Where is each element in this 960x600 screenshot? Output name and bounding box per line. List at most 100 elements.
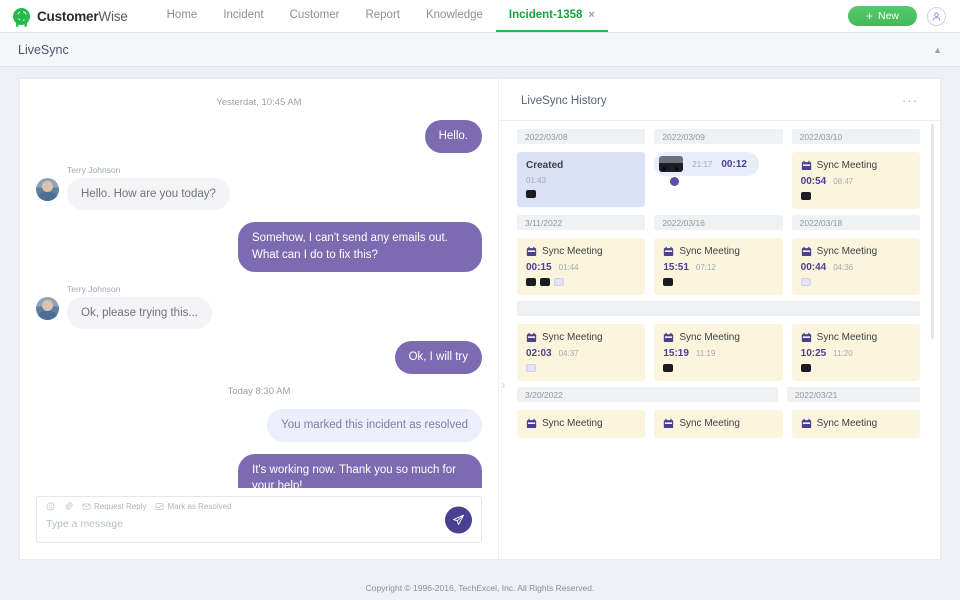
sender-avatar [36,297,59,320]
history-card-duration: 04:36 [833,263,853,272]
calendar-icon [526,246,537,257]
nav-item-report[interactable]: Report [352,0,413,32]
nav-item-customer[interactable]: Customer [277,0,353,32]
history-vertical-scrollbar[interactable] [931,124,934,339]
chat-message-out: Hello. [36,120,482,153]
history-card-title: Sync Meeting [817,332,878,343]
attachment-thumbnail-icon[interactable] [663,278,673,286]
history-card-time: 15:51 [663,262,689,273]
history-cell: Sync Meeting [654,410,782,438]
history-event-card[interactable]: Sync Meeting [517,410,645,438]
attachment-thumbnail-icon[interactable] [801,278,811,286]
history-event-card[interactable]: Sync Meeting10:2511:20 [792,324,920,381]
nav-item-incident-1358[interactable]: Incident-1358 × [496,0,608,32]
history-event-card[interactable]: Sync Meeting [792,410,920,438]
history-event-card[interactable]: Created01:43 [517,152,645,207]
emoji-icon[interactable] [46,502,55,511]
calendar-icon [801,246,812,257]
history-header: LiveSync History ··· [499,79,940,120]
nav-item-knowledge[interactable]: Knowledge [413,0,496,32]
history-event-card[interactable]: Sync Meeting 02:03 04:37 [517,324,645,381]
attachment-thumbnail-icon[interactable] [526,364,536,372]
history-card-attachments [526,190,636,198]
nav-item-label: Incident-1358 [509,9,583,21]
history-media-card[interactable]: 21:1700:12 [654,152,759,176]
history-card-title-row: Sync Meeting [801,418,911,429]
mark-as-resolved-label: Mark as Resolved [167,502,231,511]
paperclip-icon [64,502,73,511]
history-cell: Sync Meeting15:5107:12 [654,238,782,295]
history-date-bars: 2022/03/082022/03/092022/03/10 [517,129,920,144]
livesync-history-panel: LiveSync History ··· 2022/03/082022/03/0… [499,79,940,559]
message-bubble: Somehow, I can't send any emails out. Wh… [238,222,482,271]
history-date-label: 3/11/2022 [517,215,645,230]
nav-item-label: Incident [223,9,263,21]
reply-envelope-icon [82,502,91,511]
history-card-attachments [663,364,773,372]
message-bubble: It's working now. Thank you so much for … [238,454,482,488]
attachment-icon[interactable] [64,502,73,511]
history-event-card[interactable]: Sync Meeting00:5408:47 [792,152,920,209]
history-card-title: Sync Meeting [542,418,603,429]
calendar-icon [801,332,812,343]
attachment-thumbnail-icon[interactable] [801,364,811,372]
request-reply-button[interactable]: Request Reply [82,502,146,511]
new-button[interactable]: + New [848,6,917,26]
history-card-duration: 01:44 [559,263,579,272]
sender-name: Terry Johnson [67,284,212,294]
attachment-thumbnail-icon[interactable] [554,278,564,286]
history-card-title-row: Sync Meeting [663,332,773,343]
history-card-duration: 04:37 [559,349,579,358]
mark-as-resolved-button[interactable]: Mark as Resolved [155,502,231,511]
nav-item-incident[interactable]: Incident [210,0,276,32]
history-more-options-icon[interactable]: ··· [902,93,918,108]
nav-item-label: Customer [290,9,340,21]
message-input[interactable] [37,511,367,530]
page-footer: Copyright © 1996-2016, TechExcel, Inc. A… [0,575,960,600]
message-bubble: Hello. [425,120,482,153]
chat-message-out: Ok, I will try [36,341,482,374]
message-composer: Request Reply Mark as Resolved [36,496,482,543]
history-card-title-row: Sync Meeting [801,160,911,171]
history-event-card[interactable]: Sync Meeting15:1911:19 [654,324,782,381]
history-cell: 21:1700:12 [654,152,782,209]
attachment-thumbnail-icon[interactable] [526,190,536,198]
history-card-title: Sync Meeting [542,332,603,343]
send-message-button[interactable] [445,506,472,533]
user-account-icon[interactable] [927,7,946,26]
composer-toolbar: Request Reply Mark as Resolved [37,497,481,511]
history-card-meta: 00:4404:36 [801,262,911,273]
brand-name-bold: Customer [37,9,98,24]
tab-close-icon[interactable]: × [588,9,594,21]
history-event-card[interactable]: Sync Meeting00:1501:44 [517,238,645,295]
main-nav: HomeIncidentCustomerReportKnowledgeIncid… [154,0,608,32]
history-event-card[interactable]: Sync Meeting00:4404:36 [792,238,920,295]
history-card-duration: 07:12 [696,263,716,272]
history-date-label [517,301,920,316]
history-card-title: Created [526,160,563,171]
history-cell: Sync Meeting [517,410,645,438]
attachment-thumbnail-icon[interactable] [540,278,550,286]
attachment-thumbnail-icon[interactable] [526,278,536,286]
nav-item-home[interactable]: Home [154,0,211,32]
history-scroll-left-chevron-icon[interactable]: › [501,377,505,392]
history-cell: Sync Meeting 02:03 04:37 [517,324,645,381]
history-card-time: 02:03 [526,348,552,359]
history-event-card[interactable]: Sync Meeting [654,410,782,438]
history-card-row: Created01:43 21:1700:12 Sync Meeting 00:54 0… [517,152,920,209]
history-card-title: Sync Meeting [817,160,878,171]
chat-message-out: You marked this incident as resolved [36,409,482,442]
history-card-attachments [526,364,636,372]
attachment-thumbnail-icon[interactable] [663,364,673,372]
history-card-time: 00:12 [721,159,747,170]
history-card-title: Sync Meeting [679,418,740,429]
history-cell: Sync Meeting00:5408:47 [792,152,920,209]
history-card-time: 00:54 [801,176,827,187]
media-status-badge-icon [670,177,679,186]
history-event-card[interactable]: Sync Meeting15:5107:12 [654,238,782,295]
history-card-title-row: Sync Meeting [801,332,911,343]
brand-logo-area[interactable]: CustomerWise [0,0,128,32]
attachment-thumbnail-icon[interactable] [801,192,811,200]
collapse-chevron-icon[interactable]: ▲ [933,45,942,55]
plus-icon: + [866,10,873,22]
